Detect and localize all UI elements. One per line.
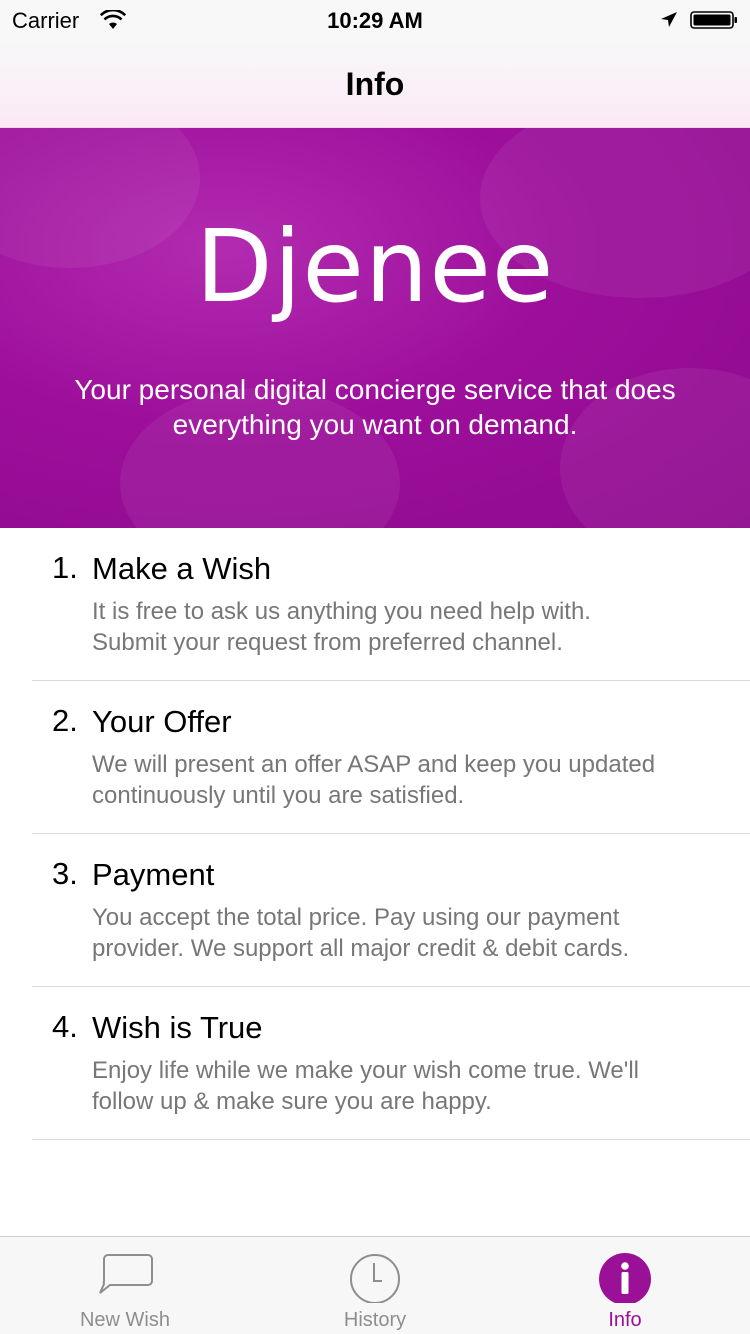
- list-item: 3. Payment You accept the total price. P…: [32, 834, 750, 987]
- tagline: Your personal digital concierge service …: [74, 374, 676, 440]
- tab-label: Info: [608, 1309, 642, 1331]
- step-description: It is free to ask us anything you need h…: [92, 598, 591, 656]
- page-title: Info: [345, 66, 405, 102]
- location-arrow-icon: [661, 12, 677, 27]
- info-icon: [599, 1253, 651, 1303]
- tab-label: New Wish: [79, 1309, 170, 1331]
- list-item: 4. Wish is True Enjoy life while we make…: [32, 987, 750, 1140]
- steps-list: 1. Make a Wish It is free to ask us anyt…: [0, 528, 750, 1140]
- step-number: 2.: [52, 703, 78, 738]
- step-description: You accept the total price. Pay using ou…: [92, 904, 630, 962]
- tab-info[interactable]: Info: [500, 1237, 750, 1334]
- step-number: 1.: [52, 550, 78, 585]
- step-number: 4.: [52, 1009, 78, 1044]
- step-title: Make a Wish: [92, 551, 272, 586]
- djenee-logo: Djenee: [195, 208, 555, 325]
- step-description: We will present an offer ASAP and keep y…: [92, 751, 656, 809]
- status-bar: Carrier 10:29 AM: [0, 0, 750, 40]
- battery-icon: [690, 11, 737, 29]
- list-item: 2. Your Offer We will present an offer A…: [32, 681, 750, 834]
- tab-bar: New Wish History Info: [0, 1236, 750, 1334]
- tab-label: History: [343, 1309, 407, 1331]
- tab-history[interactable]: History: [250, 1237, 500, 1334]
- navigation-bar: Info: [0, 40, 750, 128]
- step-title: Wish is True: [92, 1010, 263, 1045]
- step-description: Enjoy life while we make your wish come …: [92, 1057, 640, 1115]
- clock-time: 10:29 AM: [327, 8, 423, 33]
- clock-icon: [350, 1254, 400, 1303]
- step-title: Payment: [92, 857, 215, 892]
- tab-new-wish[interactable]: New Wish: [0, 1237, 250, 1334]
- speech-bubble-icon: [99, 1254, 153, 1294]
- hero-banner: Djenee Your personal digital concierge s…: [0, 128, 750, 528]
- step-number: 3.: [52, 856, 78, 891]
- step-title: Your Offer: [92, 704, 232, 739]
- list-item: 1. Make a Wish It is free to ask us anyt…: [32, 528, 750, 681]
